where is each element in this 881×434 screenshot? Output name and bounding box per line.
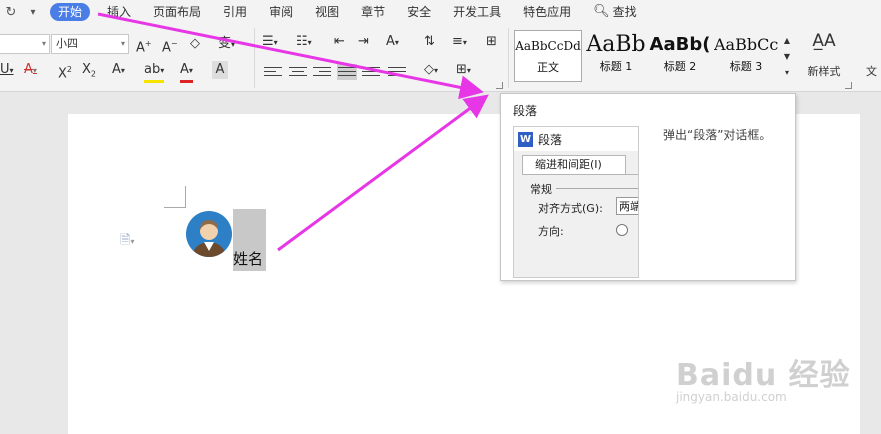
annotation-arrows xyxy=(97,12,489,252)
arrow-to-launcher xyxy=(97,12,484,100)
arrow-from-name xyxy=(277,94,489,252)
